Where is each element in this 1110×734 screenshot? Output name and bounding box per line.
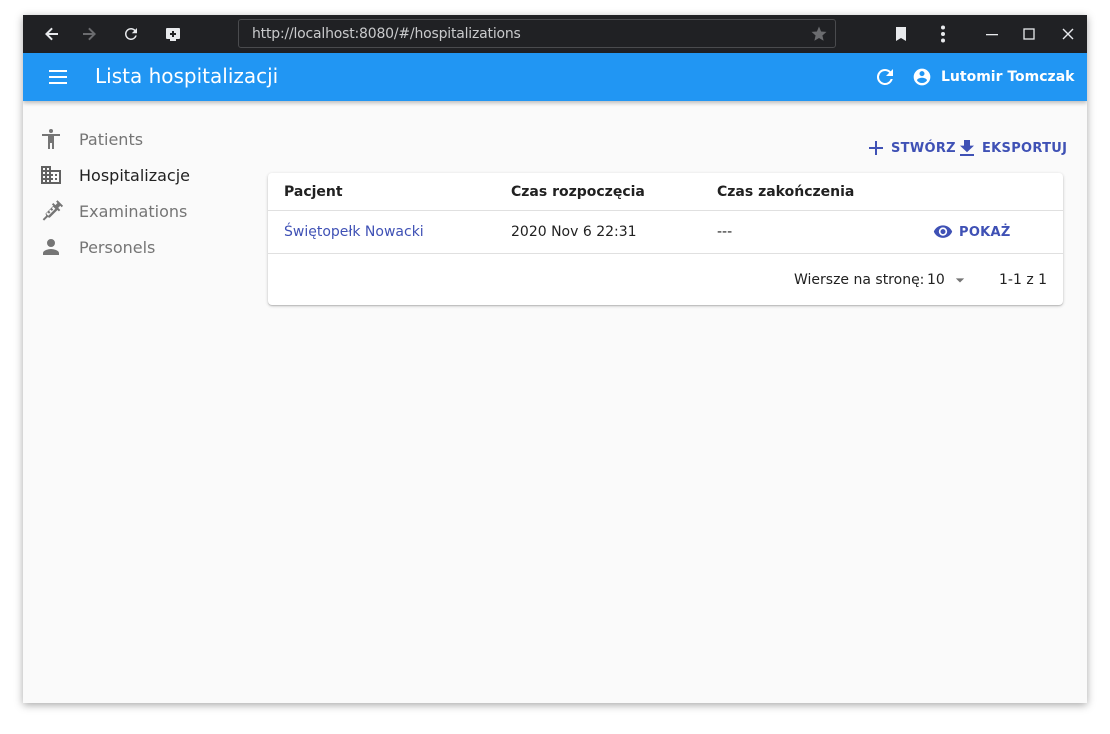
bookmarks-icon[interactable] bbox=[890, 23, 912, 45]
create-button-label: STWÓRZ bbox=[891, 140, 956, 156]
syringe-icon bbox=[39, 199, 64, 223]
end-time-cell: --- bbox=[717, 224, 733, 240]
header-divider bbox=[268, 210, 1063, 211]
page-title: Lista hospitalizacji bbox=[95, 64, 279, 88]
reload-icon[interactable] bbox=[120, 23, 142, 45]
app-bar: Lista hospitalizacji Lutomir Tomczak bbox=[23, 53, 1087, 101]
row-divider bbox=[268, 253, 1063, 254]
rows-per-page-select[interactable]: 10 bbox=[927, 270, 970, 290]
user-menu-button[interactable]: Lutomir Tomczak bbox=[912, 65, 1074, 89]
hospital-building-icon bbox=[39, 163, 63, 187]
refresh-icon[interactable] bbox=[873, 65, 897, 89]
account-circle-icon bbox=[913, 68, 931, 86]
more-vert-icon[interactable] bbox=[932, 23, 954, 45]
hospitalizations-table: Pacjent Czas rozpoczęcia Czas zakończeni… bbox=[268, 173, 1063, 305]
accessibility-icon bbox=[39, 127, 63, 151]
menu-icon[interactable] bbox=[47, 67, 71, 87]
sidebar-item-label: Patients bbox=[79, 130, 144, 149]
maximize-icon[interactable] bbox=[1018, 23, 1040, 45]
sidebar-item-examinations[interactable]: Examinations bbox=[23, 193, 263, 229]
person-icon bbox=[39, 235, 63, 259]
column-header-patient[interactable]: Pacjent bbox=[284, 184, 343, 200]
patient-link[interactable]: Świętopełk Nowacki bbox=[284, 224, 424, 240]
url-text: http://localhost:8080/#/hospitalizations bbox=[252, 26, 521, 42]
sidebar-item-hospitalizations[interactable]: Hospitalizacje bbox=[23, 157, 263, 193]
user-name: Lutomir Tomczak bbox=[941, 69, 1075, 85]
column-header-end-time[interactable]: Czas zakończenia bbox=[717, 184, 854, 200]
sidebar-item-label: Personels bbox=[79, 238, 156, 257]
show-button[interactable]: POKAŻ bbox=[933, 221, 1011, 243]
sidebar-item-personels[interactable]: Personels bbox=[23, 229, 263, 265]
extension-icon[interactable] bbox=[162, 23, 184, 45]
column-header-start-time[interactable]: Czas rozpoczęcia bbox=[511, 184, 645, 200]
sidebar-item-label: Examinations bbox=[79, 202, 188, 221]
sidebar-item-patients[interactable]: Patients bbox=[23, 121, 263, 157]
create-button[interactable]: STWÓRZ bbox=[869, 137, 956, 159]
download-icon bbox=[960, 140, 974, 156]
arrow-drop-down-icon bbox=[955, 278, 964, 283]
export-button-label: EKSPORTUJ bbox=[982, 140, 1068, 156]
close-icon[interactable] bbox=[1057, 23, 1079, 45]
address-bar[interactable]: http://localhost:8080/#/hospitalizations bbox=[238, 19, 836, 48]
export-button[interactable]: EKSPORTUJ bbox=[960, 137, 1067, 159]
pagination-range: 1-1 z 1 bbox=[999, 272, 1048, 288]
rows-per-page-label: Wiersze na stronę: bbox=[794, 272, 925, 288]
start-time-cell: 2020 Nov 6 22:31 bbox=[511, 224, 637, 240]
browser-window: http://localhost:8080/#/hospitalizations… bbox=[23, 15, 1087, 703]
sidebar-item-label: Hospitalizacje bbox=[79, 166, 191, 185]
bookmark-star-icon[interactable] bbox=[810, 25, 828, 48]
add-icon bbox=[869, 141, 883, 155]
show-button-label: POKAŻ bbox=[959, 224, 1011, 240]
forward-icon[interactable] bbox=[78, 23, 100, 45]
rows-per-page-value: 10 bbox=[927, 272, 945, 288]
eye-icon bbox=[933, 225, 953, 238]
minimize-icon[interactable] bbox=[981, 23, 1003, 45]
back-icon[interactable] bbox=[41, 23, 63, 45]
browser-toolbar: http://localhost:8080/#/hospitalizations bbox=[23, 15, 1087, 53]
